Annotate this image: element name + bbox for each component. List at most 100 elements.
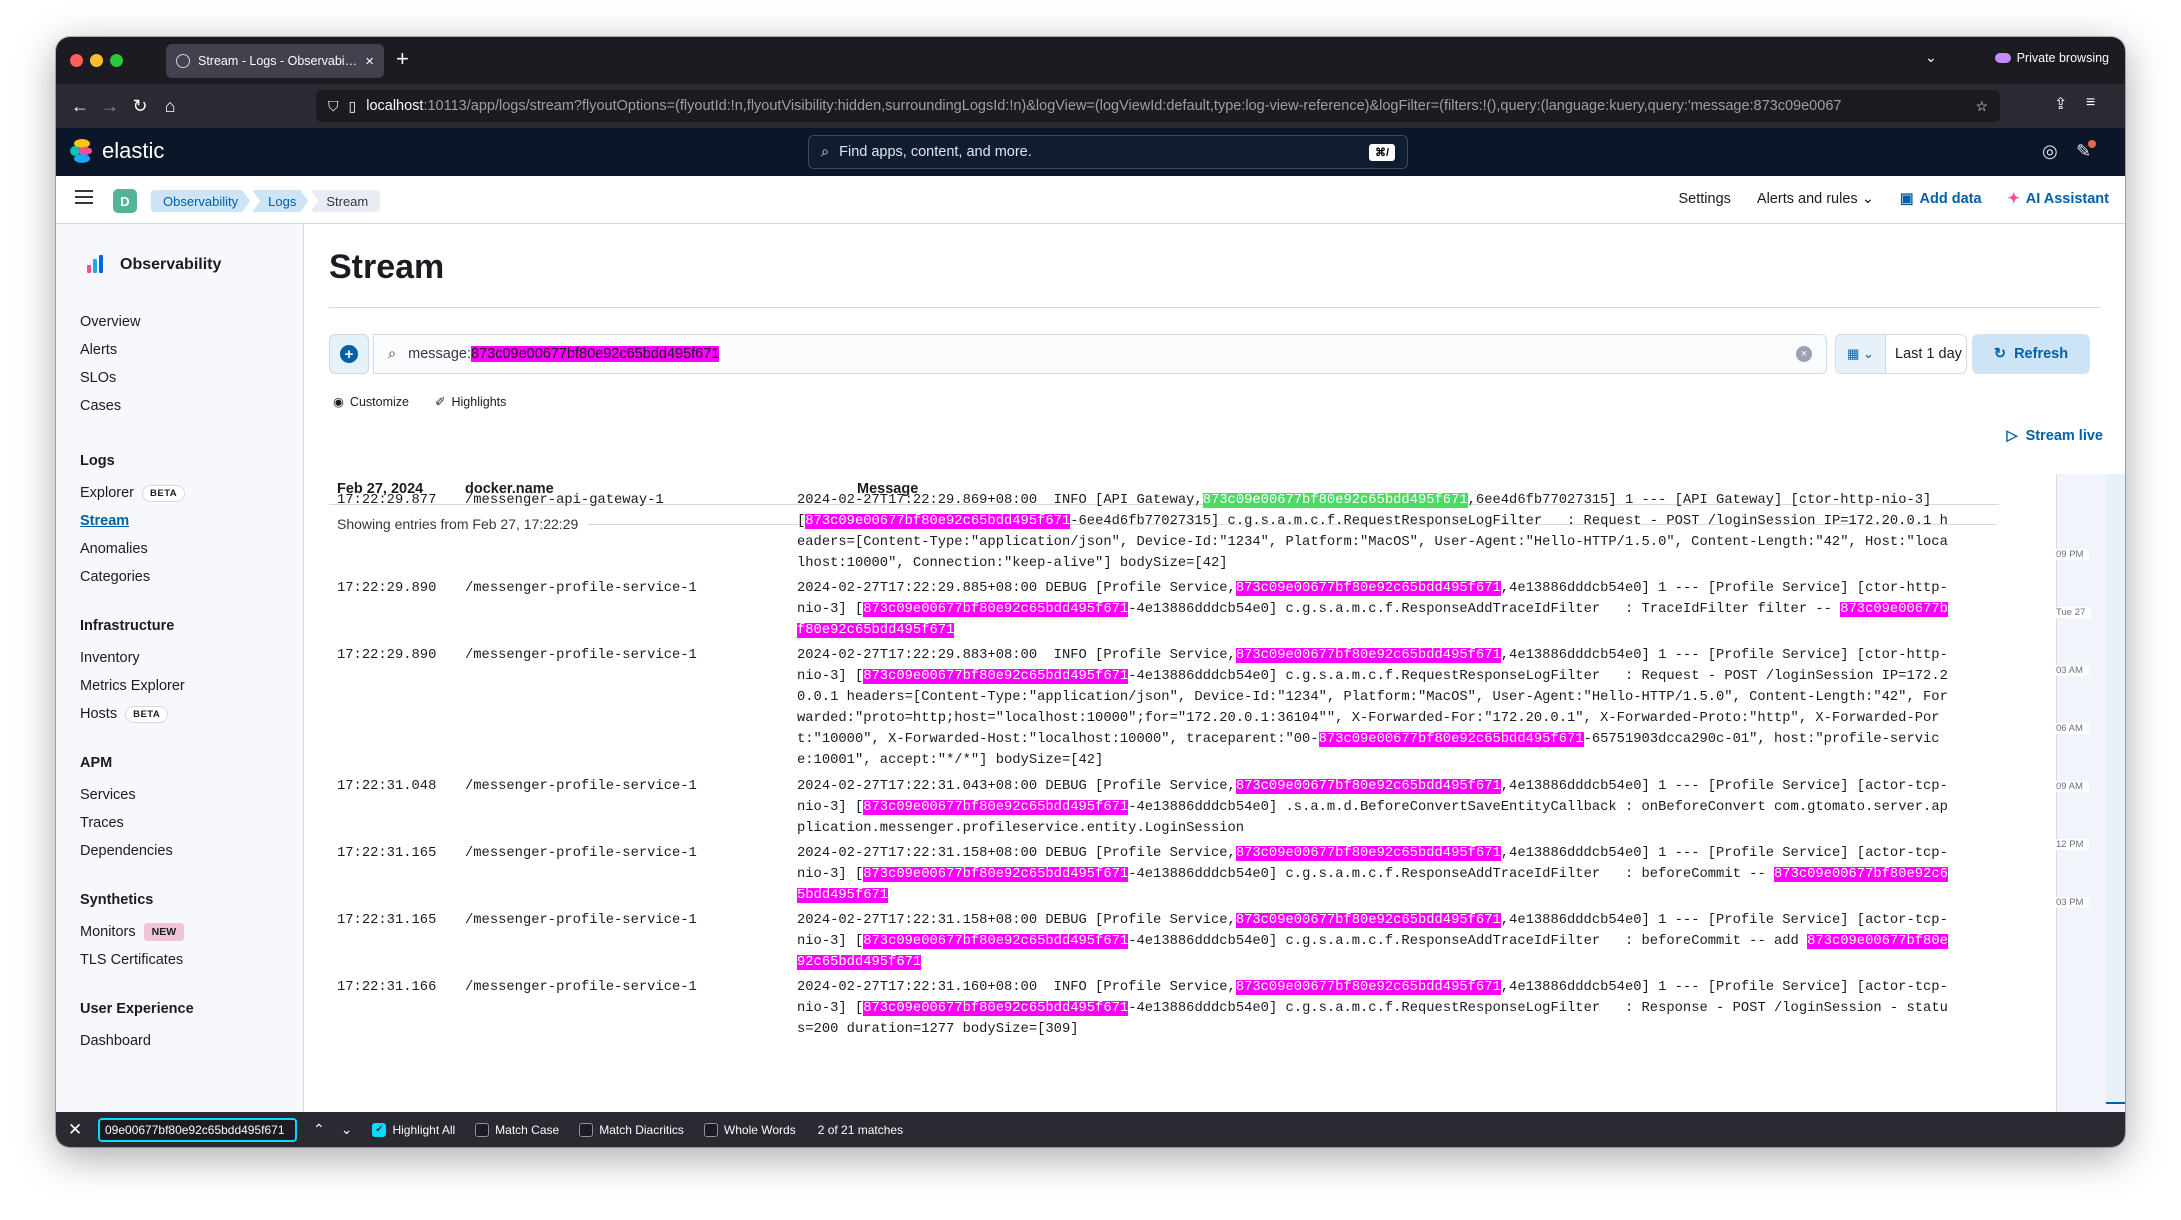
sidebar-item-label: Hosts [80,706,118,722]
chevron-down-icon: ⌄ [1861,191,1874,207]
log-message-text: 2024-02-27T17:22:31.160+08:00 INFO [Prof… [797,980,1236,995]
bookmark-star-icon[interactable]: ☆ [1975,98,1988,115]
elastic-logo[interactable]: elastic [70,138,164,164]
match-highlight: 873c09e00677bf80e92c65bdd495f671 [1235,846,1501,861]
sidebar-item-alerts[interactable]: Alerts [80,336,140,364]
observability-icon [84,254,106,276]
close-window-button[interactable] [70,54,83,67]
shield-icon[interactable]: ⛉ [328,98,339,115]
sidebar-item-overview[interactable]: Overview [80,308,140,336]
minimize-window-button[interactable] [90,54,103,67]
query-search-input[interactable]: ⌕ message:873c09e00677bf80e92c65bdd495f6… [373,334,1827,374]
minimap-time-label: 09 PM [2056,549,2090,560]
sidebar-item-explorer[interactable]: Explorer BETA [80,479,186,507]
sidebar-item-stream[interactable]: Stream [80,507,185,535]
find-next-icon[interactable]: ⌄ [341,1121,353,1138]
refresh-label: Refresh [2014,346,2069,362]
refresh-button[interactable]: ↻ Refresh [1972,334,2090,374]
zoom-window-button[interactable] [110,54,123,67]
ai-assistant-button[interactable]: ✦ AI Assistant [2008,191,2109,207]
browser-tab[interactable]: Stream - Logs - Observability - Elastic … [166,44,384,78]
date-range-label[interactable]: Last 1 day [1886,346,1962,362]
clear-query-icon[interactable]: × [1796,346,1812,362]
sidebar-item-dependencies[interactable]: Dependencies [80,837,173,865]
highlights-button[interactable]: ✐ Highlights [435,394,506,410]
log-message: 2024-02-27T17:22:31.158+08:00 DEBUG [Pro… [797,843,1951,906]
breadcrumb-bar: D Observability Logs Stream Settings Ale… [56,176,2125,224]
extensions-icon[interactable]: ⇪ [2054,94,2067,114]
sidebar-item-tls-certificates[interactable]: TLS Certificates [80,946,184,974]
alerts-rules-menu[interactable]: Alerts and rules ⌄ [1757,191,1874,207]
match-diacritics-checkbox[interactable]: Match Diacritics [579,1122,684,1137]
help-icon[interactable]: ◎ [2042,141,2058,162]
sidebar-item-anomalies[interactable]: Anomalies [80,535,185,563]
sidebar-item-cases[interactable]: Cases [80,392,140,420]
log-message: 2024-02-27T17:22:31.160+08:00 INFO [Prof… [797,977,1951,1040]
customize-label: Customize [349,394,409,409]
tab-bar: Stream - Logs - Observability - Elastic … [56,37,2125,84]
global-search-input[interactable]: ⌕ Find apps, content, and more. ⌘/ [808,135,1408,169]
sidebar-item-slos[interactable]: SLOs [80,364,140,392]
list-tabs-icon[interactable]: ⌄ [1925,49,1937,66]
date-picker[interactable]: ▦ ⌄ Last 1 day [1835,334,1967,374]
sidebar-section-top: Overview Alerts SLOs Cases [80,308,140,420]
sidebar-item-inventory[interactable]: Inventory [80,644,185,672]
customize-button[interactable]: ◉ Customize [333,394,409,410]
sidebar-section-synthetics: Synthetics Monitors NEW TLS Certificates [80,892,185,974]
breadcrumb-logs[interactable]: Logs [252,190,308,212]
sidebar-item-monitors[interactable]: Monitors NEW [80,918,185,946]
find-previous-icon[interactable]: ⌃ [313,1121,325,1138]
browser-window: Stream - Logs - Observability - Elastic … [56,37,2125,1147]
minimap-visible-range[interactable] [2106,474,2125,1104]
home-icon[interactable]: ⌂ [156,92,184,120]
log-container-name: /messenger-profile-service-1 [465,980,697,995]
whole-words-label: Whole Words [723,1122,796,1137]
log-message: 2024-02-27T17:22:29.883+08:00 INFO [Prof… [797,645,1951,771]
match-highlight: 873c09e00677bf80e92c65bdd495f671 [863,1001,1129,1016]
breadcrumb-stream: Stream [310,190,381,212]
forward-arrow-icon[interactable]: → [96,92,124,120]
stream-live-button[interactable]: ▷ Stream live [2006,428,2103,444]
address-bar[interactable]: ⛉ ▯ localhost :10113/app/logs/stream?fly… [316,90,2000,122]
add-data-label: Add data [1919,191,1982,207]
private-mask-icon [1994,53,2011,63]
main-content: Stream + ⌕ message:873c09e00677bf80e92c6… [305,224,2125,1118]
close-find-bar-icon[interactable]: ✕ [68,1120,88,1140]
log-message-text: 2024-02-27T17:22:29.869+08:00 INFO [API … [797,493,1203,508]
minimap-axis [2056,474,2057,1114]
log-message: 2024-02-27T17:22:31.158+08:00 DEBUG [Pro… [797,910,1951,973]
sidebar-item-services[interactable]: Services [80,781,173,809]
search-icon: ⌕ [821,144,830,160]
space-avatar[interactable]: D [113,189,137,213]
close-tab-icon[interactable]: × [365,53,374,70]
page-info-icon[interactable]: ▯ [349,98,357,115]
breadcrumb-observability[interactable]: Observability [151,190,250,212]
match-case-label: Match Case [495,1122,560,1137]
whole-words-checkbox[interactable]: Whole Words [703,1122,796,1137]
sidebar-item-categories[interactable]: Categories [80,563,185,591]
log-message-text: 2024-02-27T17:22:29.883+08:00 INFO [Prof… [797,648,1236,663]
menu-toggle-icon[interactable] [75,190,93,204]
sidebar-item-metrics-explorer[interactable]: Metrics Explorer [80,672,185,700]
sidebar-section-infrastructure: Infrastructure Inventory Metrics Explore… [80,618,185,728]
search-shortcut-badge: ⌘/ [1368,143,1395,161]
sidebar-title-label: Observability [120,256,222,273]
sidebar-item-label: Monitors [80,924,136,940]
add-data-link[interactable]: ▣ Add data [1900,191,1982,207]
match-case-checkbox[interactable]: Match Case [475,1122,560,1137]
app-menu-icon[interactable]: ≡ [2086,94,2095,112]
add-filter-button[interactable]: + [329,334,369,374]
sidebar-item-hosts[interactable]: Hosts BETA [80,700,185,728]
back-arrow-icon[interactable]: ← [66,92,94,120]
new-tab-button[interactable]: + [396,46,409,72]
sidebar-item-traces[interactable]: Traces [80,809,173,837]
query-value: 873c09e00677bf80e92c65bdd495f671 [471,346,720,362]
observability-sidebar: Observability Overview Alerts SLOs Cases… [56,224,304,1112]
settings-link[interactable]: Settings [1679,191,1731,207]
reload-icon[interactable]: ↻ [126,92,154,120]
sidebar-item-dashboard[interactable]: Dashboard [80,1027,194,1055]
calendar-icon[interactable]: ▦ ⌄ [1836,335,1886,373]
highlight-all-checkbox[interactable]: ✓ Highlight All [372,1122,455,1137]
find-input[interactable]: 09e00677bf80e92c65bdd495f671 [98,1117,297,1142]
log-minimap[interactable]: 09 PM Tue 27 03 AM 06 AM 09 AM 12 PM 03 PM [2056,474,2125,1114]
